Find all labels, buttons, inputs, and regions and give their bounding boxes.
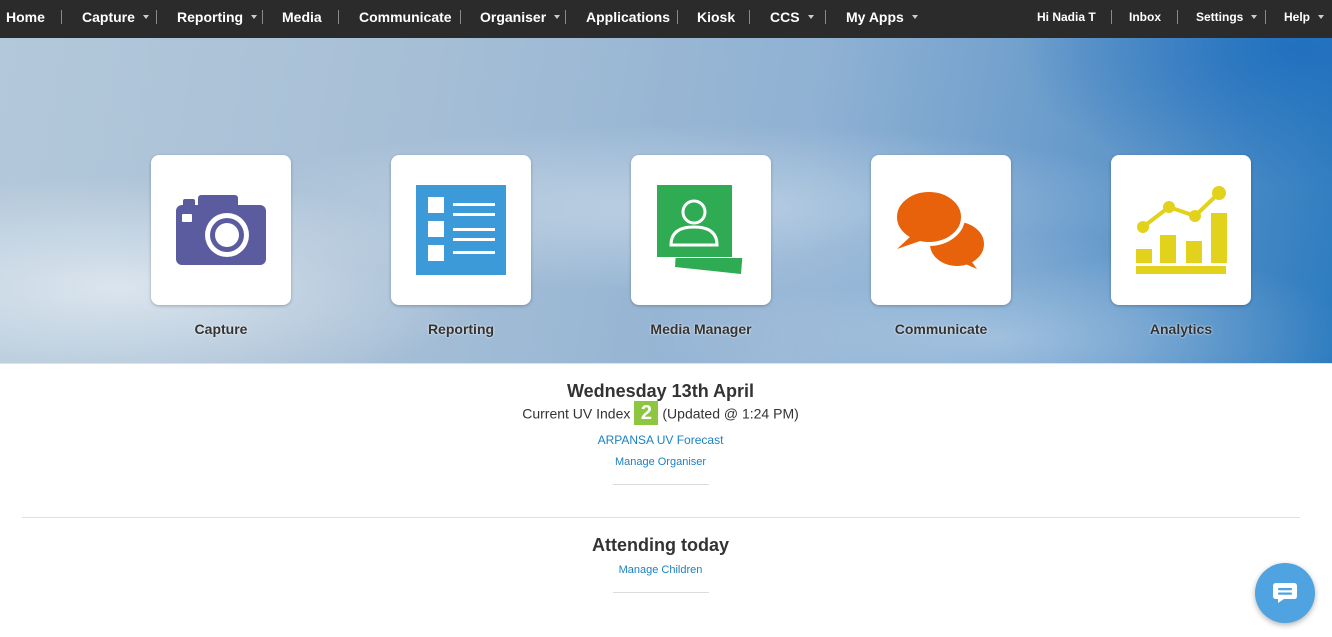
nav-media[interactable]: Media [282, 0, 322, 38]
nav-separator [156, 10, 157, 24]
manage-organiser-link[interactable]: Manage Organiser [615, 456, 706, 468]
uv-forecast-link-row: ARPANSA UV Forecast [0, 433, 1321, 447]
nav-ccs[interactable]: CCS [770, 0, 814, 38]
nav-separator [1265, 10, 1266, 24]
caret-down-icon [1251, 14, 1258, 19]
hero-banner: Capture Reporting Media Manager Communic… [0, 38, 1332, 364]
caret-down-icon [807, 15, 814, 20]
uv-updated-time: (Updated @ 1:24 PM) [662, 405, 799, 422]
nav-separator [677, 10, 678, 24]
chat-widget-button[interactable] [1255, 563, 1315, 623]
chat-icon [1273, 583, 1297, 603]
uv-index-row: Current UV Index 2 (Updated @ 1:24 PM) [0, 401, 1321, 425]
divider [613, 484, 709, 485]
uv-forecast-link[interactable]: ARPANSA UV Forecast [598, 433, 724, 447]
nav-separator [460, 10, 461, 24]
divider [613, 592, 709, 593]
caret-down-icon [251, 15, 258, 20]
nav-inbox[interactable]: Inbox [1129, 0, 1161, 38]
manage-organiser-link-row: Manage Organiser [0, 456, 1321, 468]
tile-capture[interactable] [151, 155, 291, 305]
nav-reporting-label: Reporting [177, 9, 244, 25]
manage-children-link-row: Manage Children [0, 564, 1321, 576]
tile-label-capture[interactable]: Capture [131, 321, 311, 337]
camera-icon [176, 195, 266, 265]
caret-down-icon [1318, 14, 1325, 19]
nav-separator [749, 10, 750, 24]
tile-label-media-manager[interactable]: Media Manager [611, 321, 791, 337]
nav-organiser-label: Organiser [480, 9, 547, 25]
nav-separator [262, 10, 263, 24]
nav-help-label: Help [1284, 10, 1311, 24]
uv-index-badge: 2 [634, 401, 659, 425]
analytics-chart-icon [1136, 186, 1227, 274]
nav-separator [61, 10, 62, 24]
tile-analytics[interactable] [1111, 155, 1251, 305]
nav-home[interactable]: Home [6, 0, 45, 38]
nav-separator [565, 10, 566, 24]
media-profile-icon [657, 185, 747, 274]
tile-label-communicate[interactable]: Communicate [851, 321, 1031, 337]
nav-kiosk[interactable]: Kiosk [697, 0, 735, 38]
nav-applications[interactable]: Applications [586, 0, 670, 38]
nav-capture[interactable]: Capture [82, 0, 149, 38]
nav-communicate[interactable]: Communicate [359, 0, 452, 38]
nav-separator [338, 10, 339, 24]
nav-my-apps[interactable]: My Apps [846, 0, 918, 38]
nav-separator [1111, 10, 1112, 24]
nav-organiser[interactable]: Organiser [480, 0, 561, 38]
nav-settings[interactable]: Settings [1196, 0, 1258, 38]
report-list-icon [416, 185, 506, 275]
caret-down-icon [554, 15, 561, 20]
current-date: Wednesday 13th April [566, 381, 755, 401]
caret-down-icon [911, 15, 918, 20]
uv-index-label: Current UV Index [522, 405, 631, 422]
top-navigation-bar: Home Capture Reporting Media Communicate… [0, 0, 1332, 38]
caret-down-icon [142, 15, 149, 20]
section-divider [22, 517, 1300, 518]
user-greeting[interactable]: Hi Nadia T [1037, 0, 1096, 38]
tile-label-analytics[interactable]: Analytics [1091, 321, 1271, 337]
nav-reporting[interactable]: Reporting [177, 0, 258, 38]
nav-settings-label: Settings [1196, 10, 1244, 24]
tile-reporting[interactable] [391, 155, 531, 305]
nav-separator [1177, 10, 1178, 24]
nav-ccs-label: CCS [770, 9, 800, 25]
tile-media-manager[interactable] [631, 155, 771, 305]
nav-separator [825, 10, 826, 24]
manage-children-link[interactable]: Manage Children [619, 564, 703, 576]
tile-label-reporting[interactable]: Reporting [371, 321, 551, 337]
chat-bubbles-icon [893, 188, 988, 270]
nav-capture-label: Capture [82, 9, 135, 25]
tile-communicate[interactable] [871, 155, 1011, 305]
nav-help[interactable]: Help [1284, 0, 1325, 38]
nav-my-apps-label: My Apps [846, 9, 904, 25]
attending-today-heading: Attending today [592, 535, 729, 555]
